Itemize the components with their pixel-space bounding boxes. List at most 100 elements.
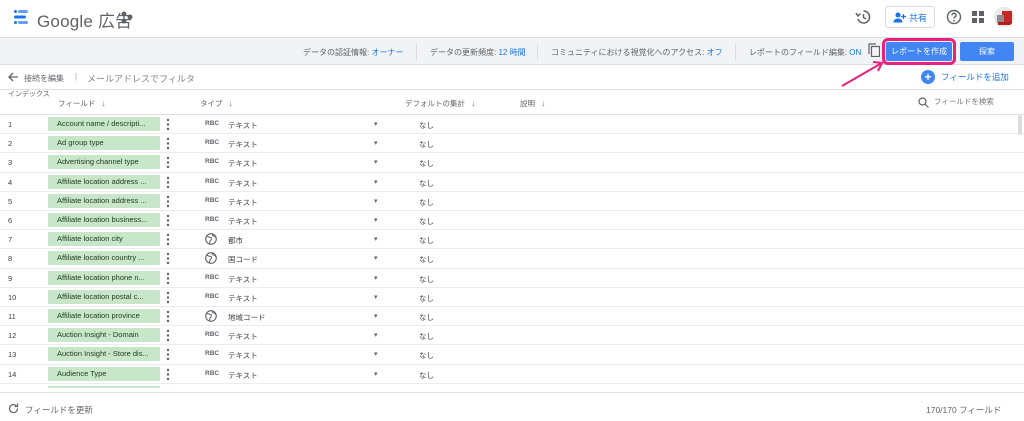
default-aggregation[interactable]: なし xyxy=(419,254,434,265)
dropdown-arrow-icon[interactable]: ▾ xyxy=(374,370,378,378)
more-vert-icon[interactable] xyxy=(166,233,170,246)
scrollbar[interactable] xyxy=(1018,115,1022,135)
field-name-chip[interactable]: Account name / descripti... xyxy=(48,117,160,131)
table-row[interactable]: 3 Advertising channel type RBC テキスト ▾ なし xyxy=(0,153,1024,173)
edit-connection-link[interactable]: 接続を編集 xyxy=(24,73,64,84)
table-row[interactable]: 12 Auction Insight - Domain RBC テキスト ▾ なし xyxy=(0,326,1024,346)
field-type[interactable]: テキスト xyxy=(228,158,258,169)
column-header-description[interactable]: 説明 ↓ xyxy=(520,98,546,109)
field-name-chip[interactable]: Affiliate location address ... xyxy=(48,174,160,189)
field-name-chip[interactable]: Auction Insight - Domain xyxy=(48,328,160,343)
freshness-value[interactable]: 12 時間 xyxy=(498,48,525,57)
field-name-chip[interactable]: Ad group type xyxy=(48,136,160,151)
field-name-chip[interactable]: Affiliate location phone n... xyxy=(48,270,160,285)
dropdown-arrow-icon[interactable]: ▾ xyxy=(374,254,378,262)
community-value[interactable]: オフ xyxy=(707,48,723,57)
column-header-aggregation[interactable]: デフォルトの集計 ↓ xyxy=(405,98,476,109)
field-type[interactable]: テキスト xyxy=(228,197,258,208)
field-name-chip[interactable]: Advertising channel type xyxy=(48,155,160,170)
table-row[interactable]: 7 Affiliate location city 都市 ▾ なし xyxy=(0,230,1024,250)
field-type[interactable]: 国コード xyxy=(228,254,258,265)
column-header-field[interactable]: フィールド ↓ xyxy=(58,98,106,109)
email-filter-link[interactable]: メールアドレスでフィルタ xyxy=(87,72,195,85)
more-vert-icon[interactable] xyxy=(166,348,170,361)
dropdown-arrow-icon[interactable]: ▾ xyxy=(374,216,378,224)
default-aggregation[interactable]: なし xyxy=(419,274,434,285)
default-aggregation[interactable]: なし xyxy=(419,178,434,189)
table-row[interactable] xyxy=(0,384,1024,388)
table-row[interactable]: 2 Ad group type RBC テキスト ▾ なし xyxy=(0,134,1024,154)
field-type[interactable]: テキスト xyxy=(228,274,258,285)
dropdown-arrow-icon[interactable]: ▾ xyxy=(374,312,378,320)
back-arrow-icon[interactable] xyxy=(7,71,19,83)
more-vert-icon[interactable] xyxy=(166,118,170,131)
default-aggregation[interactable]: なし xyxy=(419,216,434,227)
field-edit-value[interactable]: ON xyxy=(849,48,861,57)
field-name-chip[interactable]: Affiliate location city xyxy=(48,232,160,247)
field-type[interactable]: テキスト xyxy=(228,178,258,189)
more-vert-icon[interactable] xyxy=(166,252,170,265)
default-aggregation[interactable]: なし xyxy=(419,312,434,323)
table-row[interactable]: 13 Auction Insight - Store dis... RBC テキスト ▾… xyxy=(0,345,1024,365)
table-row[interactable]: 4 Affiliate location address ... RBC テキスト ▾ な… xyxy=(0,173,1024,192)
field-search-input[interactable] xyxy=(934,97,1014,106)
table-row[interactable]: 14 Audience Type RBC テキスト ▾ なし xyxy=(0,365,1024,384)
field-name-chip[interactable]: Audience Type xyxy=(48,366,160,381)
refresh-fields-button[interactable]: フィールドを更新 xyxy=(25,404,93,416)
dropdown-arrow-icon[interactable]: ▾ xyxy=(374,120,378,128)
dropdown-arrow-icon[interactable]: ▾ xyxy=(374,178,378,186)
field-name-chip[interactable] xyxy=(48,385,160,388)
add-field-button[interactable]: + フィールドを追加 xyxy=(921,70,1009,84)
more-vert-icon[interactable] xyxy=(166,214,170,227)
default-aggregation[interactable]: なし xyxy=(419,139,434,150)
apps-grid-icon[interactable] xyxy=(972,11,984,23)
field-name-chip[interactable]: Affiliate location province xyxy=(48,309,160,323)
field-type[interactable]: テキスト xyxy=(228,331,258,342)
explore-button[interactable]: 探索 xyxy=(960,42,1014,61)
dropdown-arrow-icon[interactable]: ▾ xyxy=(374,350,378,358)
field-name-chip[interactable]: Affiliate location postal c... xyxy=(48,289,160,304)
refresh-icon[interactable] xyxy=(8,403,19,414)
more-vert-icon[interactable] xyxy=(166,291,170,304)
field-type[interactable]: テキスト xyxy=(228,350,258,361)
default-aggregation[interactable]: なし xyxy=(419,158,434,169)
help-icon[interactable] xyxy=(946,9,962,25)
table-row[interactable]: 9 Affiliate location phone n... RBC テキスト ▾ なし xyxy=(0,269,1024,288)
field-type[interactable]: 地域コード xyxy=(228,312,266,323)
dropdown-arrow-icon[interactable]: ▾ xyxy=(374,331,378,339)
credentials-value[interactable]: オーナー xyxy=(371,48,403,57)
default-aggregation[interactable]: なし xyxy=(419,370,434,381)
field-name-chip[interactable]: Affiliate location address ... xyxy=(48,193,160,208)
field-type[interactable]: 都市 xyxy=(228,235,243,246)
more-vert-icon[interactable] xyxy=(166,368,170,381)
default-aggregation[interactable]: なし xyxy=(419,331,434,342)
create-report-button[interactable]: レポートを作成 xyxy=(882,38,956,65)
more-vert-icon[interactable] xyxy=(166,329,170,342)
default-aggregation[interactable]: なし xyxy=(419,350,434,361)
history-icon[interactable] xyxy=(855,9,871,25)
table-row[interactable]: 10 Affiliate location postal c... RBC テキスト ▾… xyxy=(0,288,1024,307)
table-row[interactable]: 6 Affiliate location business... RBC テキスト ▾ な… xyxy=(0,211,1024,231)
dropdown-arrow-icon[interactable]: ▾ xyxy=(374,293,378,301)
avatar[interactable] xyxy=(994,7,1014,27)
more-vert-icon[interactable] xyxy=(166,156,170,169)
field-type[interactable]: テキスト xyxy=(228,293,258,304)
table-row[interactable]: 11 Affiliate location province 地域コード ▾ なし xyxy=(0,307,1024,327)
table-row[interactable]: 5 Affiliate location address ... RBC テキスト ▾ な… xyxy=(0,192,1024,211)
field-type[interactable]: テキスト xyxy=(228,216,258,227)
more-vert-icon[interactable] xyxy=(166,176,170,189)
copy-icon[interactable] xyxy=(868,43,880,57)
field-type[interactable]: テキスト xyxy=(228,120,258,131)
default-aggregation[interactable]: なし xyxy=(419,120,434,131)
more-vert-icon[interactable] xyxy=(166,137,170,150)
dropdown-arrow-icon[interactable]: ▾ xyxy=(374,158,378,166)
more-vert-icon[interactable] xyxy=(166,272,170,285)
more-vert-icon[interactable] xyxy=(166,310,170,323)
dropdown-arrow-icon[interactable]: ▾ xyxy=(374,197,378,205)
more-vert-icon[interactable] xyxy=(166,387,170,388)
field-name-chip[interactable]: Affiliate location country ... xyxy=(48,251,160,266)
dropdown-arrow-icon[interactable]: ▾ xyxy=(374,235,378,243)
field-type[interactable]: テキスト xyxy=(228,370,258,381)
more-vert-icon[interactable] xyxy=(166,195,170,208)
field-type[interactable]: テキスト xyxy=(228,139,258,150)
